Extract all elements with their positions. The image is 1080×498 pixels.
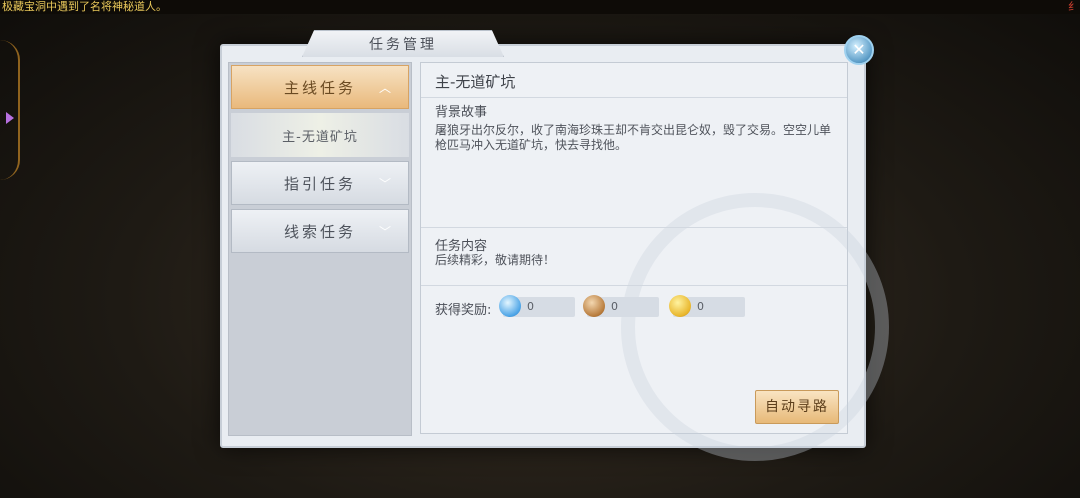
ticker-right-text: 纟 [1068,0,1079,13]
copper-coin-icon [583,295,605,317]
quest-detail-panel: 主-无道矿坑 背景故事 屠狼牙出尔反尔，收了南海珍珠王却不肯交出昆仑奴，毁了交易… [420,62,889,461]
expand-arrow-icon[interactable] [6,112,14,124]
tab-main-quest-label: 主线任务 [283,78,356,97]
chevron-down-icon: ﹀ [378,224,394,239]
background-story-text: 屠狼牙出尔反尔，收了南海珍珠王却不肯交出昆仑奴，毁了交易。空空儿单枪匹马冲入无道… [435,123,832,152]
chevron-down-icon: ﹀ [378,176,394,191]
task-content-text: 后续精彩，敬请期待！ [435,253,556,267]
background-story-label: 背景故事 [435,105,488,120]
news-ticker: 极藏宝洞中遇到了名将神秘道人。 [0,0,1080,14]
chevron-up-icon: ︿ [378,80,394,95]
quest-sidebar: 主线任务 ︿ 主-无道矿坑 指引任务 ﹀ 线索任务 ﹀ [228,62,412,436]
quest-list-item-label: 主-无道矿坑 [282,129,358,145]
reward-item: 0 [669,295,745,317]
tab-guide-quest-label: 指引任务 [283,174,356,193]
tab-main-quest[interactable]: 主线任务 ︿ [231,65,409,109]
quest-title: 主-无道矿坑 [435,73,516,91]
tab-clue-quest-label: 线索任务 [283,222,356,241]
task-content-label: 任务内容 [435,239,488,254]
close-button[interactable]: ✕ [844,35,874,65]
divider [421,227,847,228]
gold-ingot-icon [669,295,691,317]
water-drop-icon [499,295,521,317]
close-icon: ✕ [852,40,866,59]
reward-item: 0 [583,295,659,317]
background-decoration [0,40,20,180]
tab-clue-quest[interactable]: 线索任务 ﹀ [231,209,409,253]
reward-label: 获得奖励: [435,303,492,318]
tab-guide-quest[interactable]: 指引任务 ﹀ [231,161,409,205]
reward-value: 0 [611,300,618,313]
dialog-title: 任务管理 [302,30,504,57]
quest-list-item[interactable]: 主-无道矿坑 [231,113,409,157]
divider [421,97,847,98]
reward-value: 0 [527,300,534,313]
reward-item: 0 [499,295,575,317]
reward-value: 0 [697,300,704,313]
auto-pathfind-button[interactable]: 自动寻路 [755,390,839,424]
divider [421,285,847,286]
